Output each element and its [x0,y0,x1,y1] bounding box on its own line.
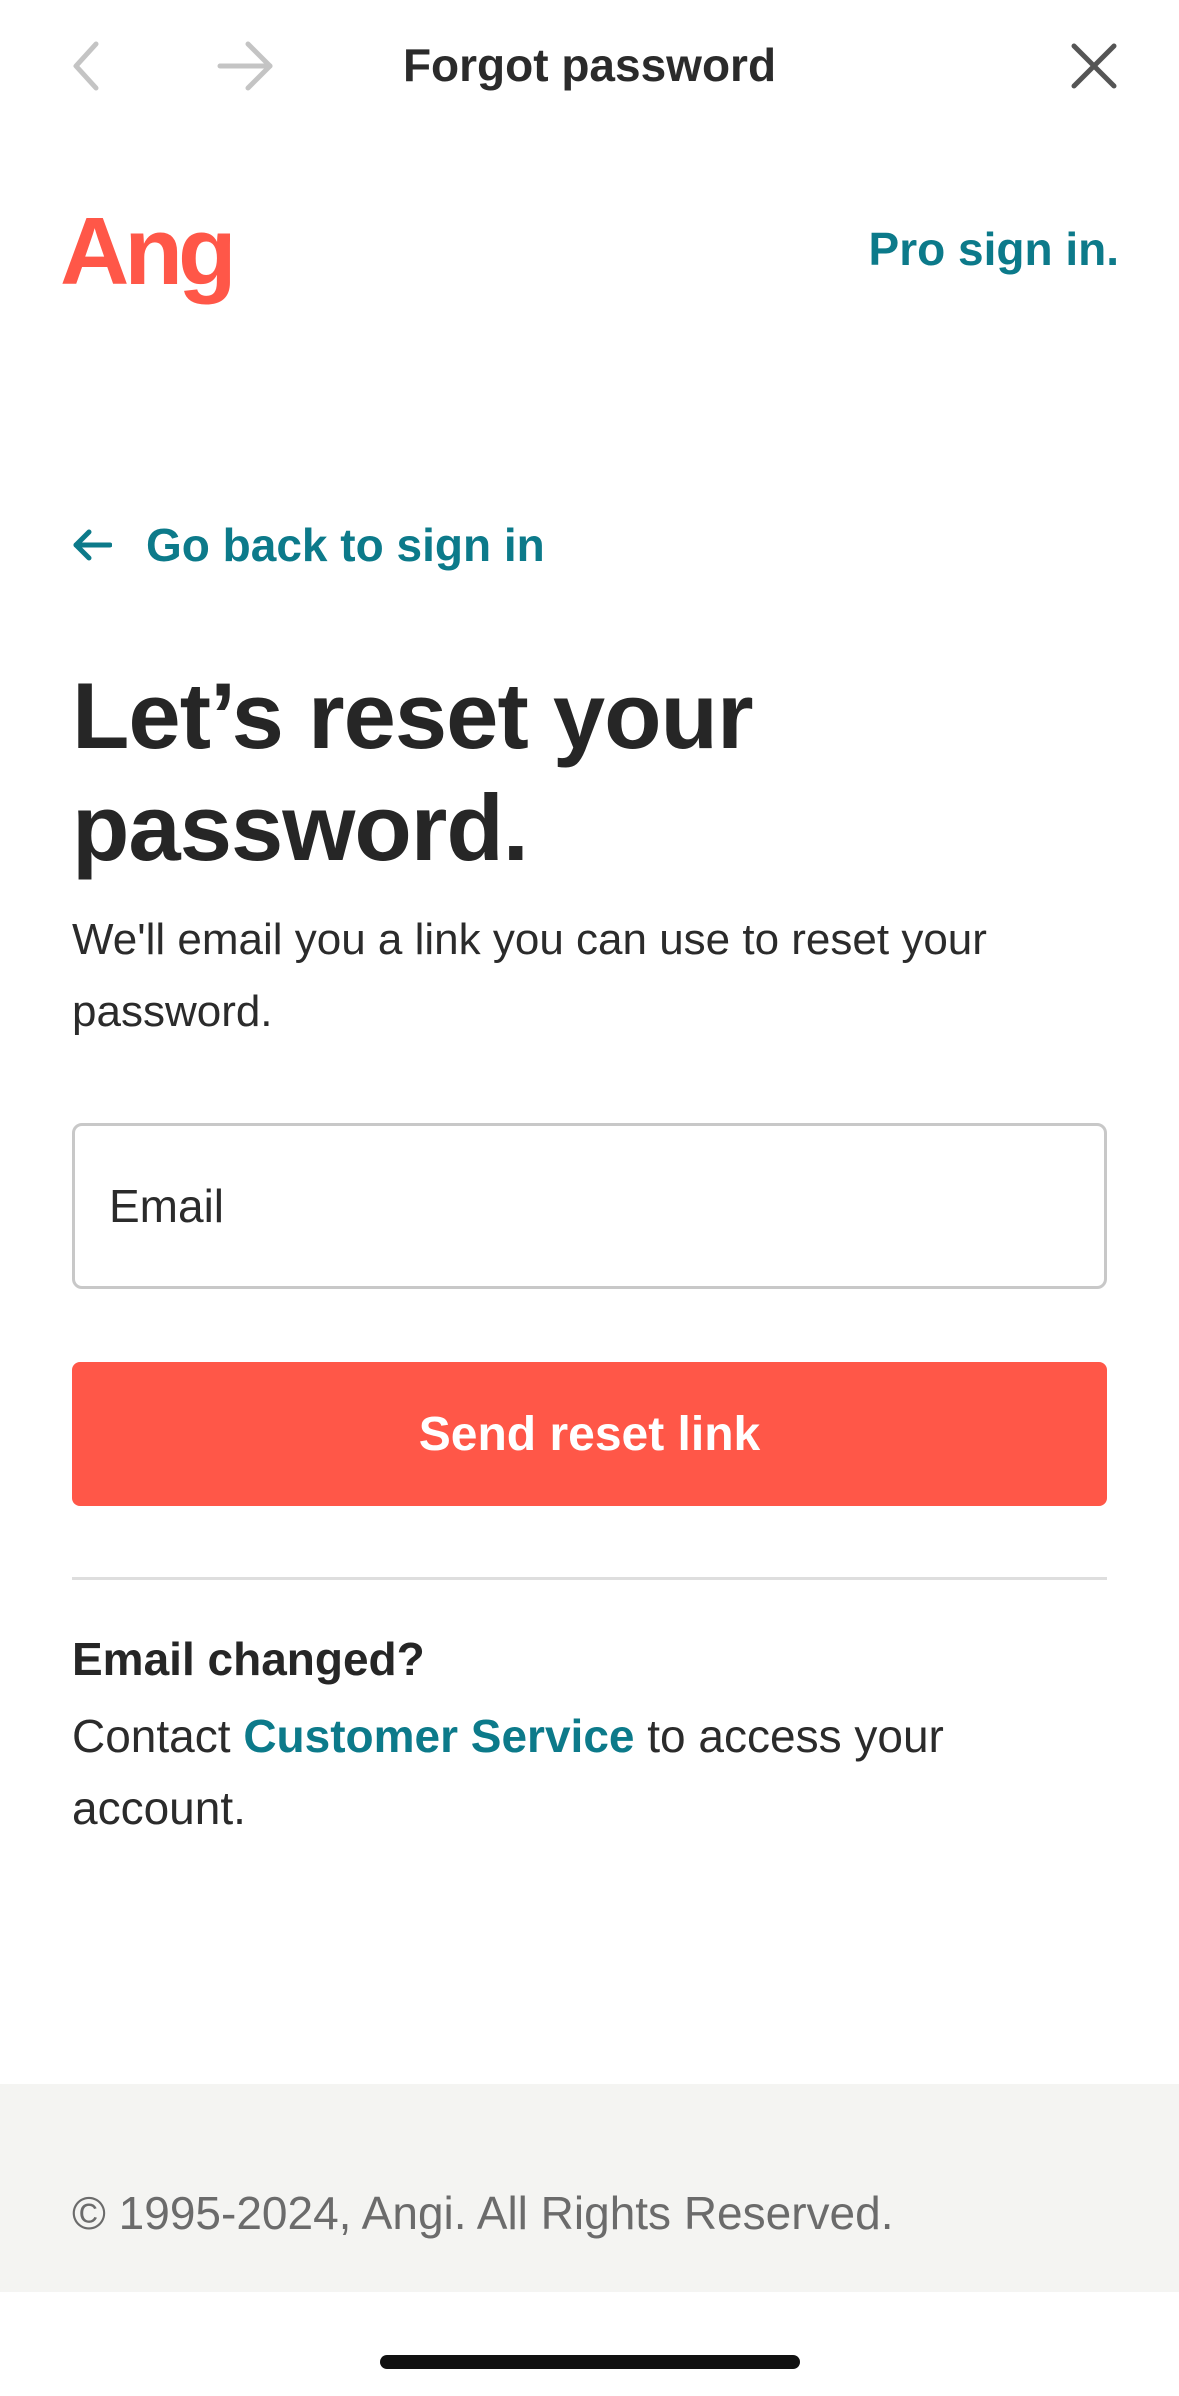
customer-service-link[interactable]: Customer Service [243,1710,634,1762]
pro-sign-in-link[interactable]: Pro sign in. [869,222,1119,276]
logo-text: Angi [60,198,230,305]
arrow-left-icon [72,523,116,567]
copyright-text: © 1995-2024, Angi. All Rights Reserved. [72,2187,894,2239]
reset-description: We'll email you a link you can use to re… [72,915,987,1036]
divider [72,1577,1107,1580]
email-changed-text: Contact Customer Service to access your … [72,1700,1112,1844]
page-title: Forgot password [402,39,777,91]
email-field[interactable] [72,1123,1107,1289]
email-changed-title: Email changed? [72,1633,425,1685]
footer: © 1995-2024, Angi. All Rights Reserved. [0,2084,1179,2292]
close-icon[interactable] [1058,30,1130,102]
back-link-label: Go back to sign in [146,519,545,571]
send-reset-link-button[interactable]: Send reset link [72,1362,1107,1506]
back-to-sign-in-link[interactable]: Go back to sign in [72,518,545,572]
home-indicator[interactable] [380,2355,800,2369]
top-bar: Forgot password [0,0,1179,140]
reset-heading: Let’s reset your password. [72,663,754,880]
contact-prefix: Contact [72,1710,244,1762]
angi-logo: Angi [60,198,258,308]
